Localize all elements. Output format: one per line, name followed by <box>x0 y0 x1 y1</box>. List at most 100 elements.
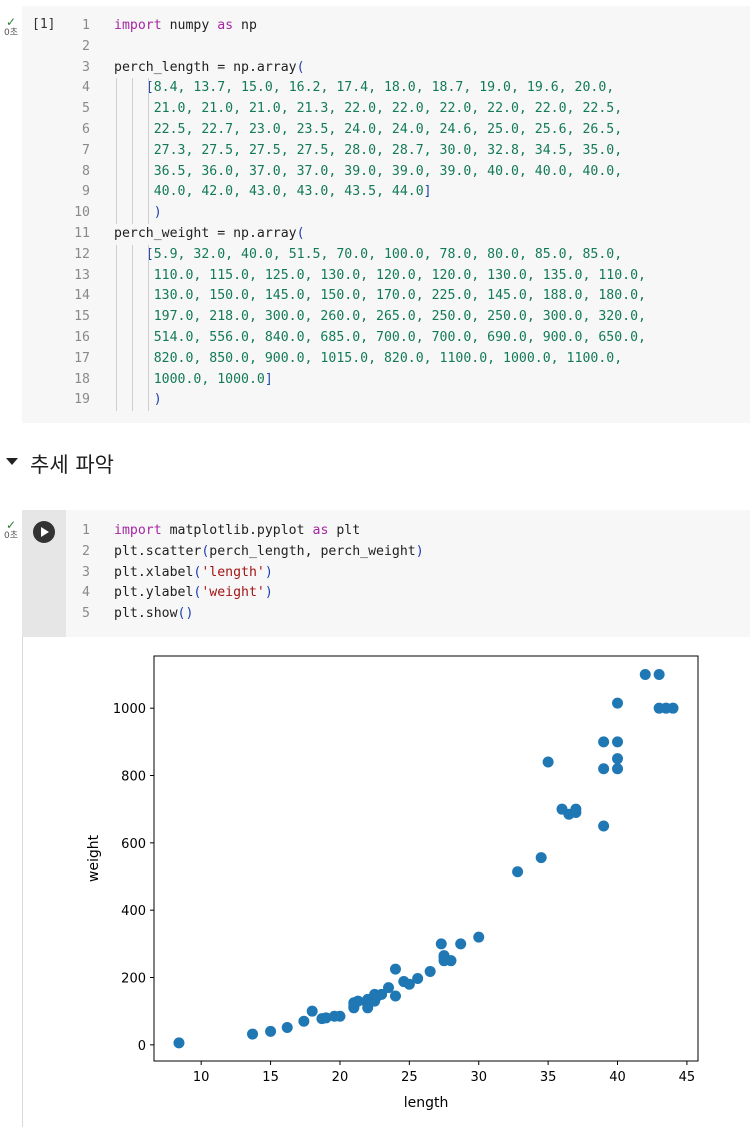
code-cell-1[interactable]: [1] 1 import numpy as np 2 3 perch_length = … <box>22 6 750 423</box>
x-tick-label: 40 <box>609 1070 626 1085</box>
code-line[interactable]: 5 plt.show() <box>22 604 750 625</box>
code-line[interactable]: 8 36.5, 36.0, 37.0, 37.0, 39.0, 39.0, 39… <box>22 161 750 183</box>
line-number: 7 <box>82 142 90 158</box>
code-token: 'weight' <box>201 585 265 601</box>
code-line[interactable]: 7 27.3, 27.5, 27.5, 27.5, 28.0, 28.7, 30… <box>22 140 750 162</box>
line-number: 5 <box>82 101 90 117</box>
code-line[interactable]: 15 197.0, 218.0, 300.0, 260.0, 265.0, 25… <box>22 307 750 328</box>
code-line[interactable]: 10 ) <box>22 203 750 224</box>
indent-guide <box>132 390 133 412</box>
data-point <box>612 697 624 709</box>
y-tick-label: 400 <box>121 904 146 919</box>
code-text: [5.9, 32.0, 40.0, 51.5, 70.0, 100.0, 78.… <box>114 245 622 266</box>
code-token: 22.5, 22.7, 23.0, 23.5, 24.0, 24.0, 24.6… <box>153 121 623 137</box>
indent-guide <box>148 119 149 141</box>
line-number: 13 <box>74 267 90 283</box>
indent-guide <box>148 99 149 120</box>
code-line[interactable]: 18 1000.0, 1000.0] <box>22 369 750 391</box>
indent-guide <box>132 161 133 183</box>
code-line[interactable]: 4 [8.4, 13.7, 15.0, 16.2, 17.4, 18.0, 18… <box>22 78 750 100</box>
code-token: 514.0, 556.0, 840.0, 685.0, 700.0, 700.0… <box>153 329 646 345</box>
y-tick-label: 200 <box>121 972 146 987</box>
code-token: 110.0, 115.0, 125.0, 130.0, 120.0, 120.0… <box>153 267 646 283</box>
code-text: 36.5, 36.0, 37.0, 37.0, 39.0, 39.0, 39.0… <box>114 162 622 183</box>
code-editor-2[interactable]: 1 import matplotlib.pyplot as plt 2 plt.sca… <box>22 521 750 625</box>
indent-guide <box>148 307 149 328</box>
code-line[interactable]: 9 40.0, 42.0, 43.0, 43.0, 43.5, 44.0] <box>22 182 750 204</box>
code-token: ] <box>264 371 273 387</box>
code-line[interactable]: 19 ) <box>22 390 750 412</box>
code-line[interactable]: 12 [5.9, 32.0, 40.0, 51.5, 70.0, 100.0, … <box>22 244 750 266</box>
code-line[interactable]: 16 514.0, 556.0, 840.0, 685.0, 700.0, 70… <box>22 327 750 349</box>
code-token: 21.0, 21.0, 21.0, 21.3, 22.0, 22.0, 22.0… <box>153 101 623 117</box>
indent-guide <box>116 327 117 349</box>
x-tick-label: 35 <box>540 1070 557 1085</box>
code-token: 8.4, 13.7, 15.0, 16.2, 17.4, 18.0, 18.7,… <box>153 80 615 96</box>
y-axis-label: weight <box>86 834 102 882</box>
data-point <box>612 736 624 748</box>
collapse-caret-icon[interactable] <box>6 458 18 465</box>
line-number: 4 <box>82 585 90 601</box>
code-token: 36.5, 36.0, 37.0, 37.0, 39.0, 39.0, 39.0… <box>153 163 623 179</box>
indent-guide <box>116 99 117 120</box>
code-token: import <box>114 18 162 33</box>
y-tick-label: 1000 <box>113 702 146 717</box>
x-tick-label: 15 <box>262 1070 279 1085</box>
code-line[interactable]: 17 820.0, 850.0, 900.0, 1015.0, 820.0, 1… <box>22 348 750 370</box>
code-token: plt.scatter <box>114 543 202 559</box>
code-editor-1[interactable]: 1 import numpy as np 2 3 perch_length = np.a… <box>22 16 750 412</box>
data-point <box>473 931 485 943</box>
data-point <box>612 753 624 765</box>
code-line[interactable]: 2 plt.scatter(perch_length, perch_weight) <box>22 542 750 563</box>
line-number: 10 <box>74 205 90 221</box>
line-number: 5 <box>82 606 90 622</box>
code-token: 197.0, 218.0, 300.0, 260.0, 265.0, 250.0… <box>153 309 646 325</box>
code-token: plt.ylabel <box>114 585 194 601</box>
x-tick-label: 30 <box>470 1070 487 1085</box>
code-text: 130.0, 150.0, 145.0, 150.0, 170.0, 225.0… <box>114 286 646 307</box>
code-token: perch_length = np.array <box>114 59 297 75</box>
indent-guide <box>116 348 117 370</box>
code-line[interactable]: 3 plt.xlabel('length') <box>22 563 750 584</box>
line-number: 9 <box>82 184 90 200</box>
indent-guide <box>116 307 117 328</box>
indent-guide <box>132 140 133 162</box>
data-point <box>612 763 624 775</box>
data-point <box>556 803 568 815</box>
code-line[interactable]: 3 perch_length = np.array( <box>22 58 750 79</box>
indent-guide <box>148 203 149 224</box>
indent-guide <box>116 286 117 308</box>
code-line[interactable]: 13 110.0, 115.0, 125.0, 130.0, 120.0, 12… <box>22 265 750 287</box>
y-tick-label: 800 <box>121 770 146 785</box>
line-number: 8 <box>82 163 90 179</box>
code-line[interactable]: 1 import matplotlib.pyplot as plt <box>22 521 750 542</box>
code-line[interactable]: 2 <box>22 37 750 58</box>
section-title: 추세 파악 <box>30 453 114 477</box>
indent-guide <box>132 307 133 328</box>
data-point <box>281 1022 293 1034</box>
code-text: perch_weight = np.array( <box>114 224 305 245</box>
y-tick-label: 0 <box>138 1039 146 1054</box>
data-point <box>334 1010 346 1022</box>
code-line[interactable]: 5 21.0, 21.0, 21.0, 21.3, 22.0, 22.0, 22… <box>22 99 750 120</box>
code-cell-2[interactable]: 1 import matplotlib.pyplot as plt 2 plt.sca… <box>22 510 750 637</box>
cell1-run-status: ✓ 0초 <box>0 16 22 38</box>
code-token: 27.3, 27.5, 27.5, 27.5, 28.0, 28.7, 30.0… <box>153 142 623 158</box>
data-point <box>542 756 554 768</box>
data-point <box>598 820 610 832</box>
code-token: ) <box>153 205 162 221</box>
code-line[interactable]: 14 130.0, 150.0, 145.0, 150.0, 170.0, 22… <box>22 286 750 308</box>
code-token: 130.0, 150.0, 145.0, 150.0, 170.0, 225.0… <box>153 288 646 304</box>
indent-guide <box>148 369 149 391</box>
code-token: ( <box>296 59 305 75</box>
data-point <box>639 669 651 681</box>
data-point <box>653 669 665 681</box>
code-line[interactable]: 1 import numpy as np <box>22 16 750 37</box>
code-line[interactable]: 4 plt.ylabel('weight') <box>22 583 750 604</box>
indent-guide <box>116 244 117 266</box>
code-line[interactable]: 6 22.5, 22.7, 23.0, 23.5, 24.0, 24.0, 24… <box>22 119 750 141</box>
code-token: ) <box>153 392 162 408</box>
code-line[interactable]: 11 perch_weight = np.array( <box>22 224 750 245</box>
code-token: plt.show <box>114 606 178 622</box>
